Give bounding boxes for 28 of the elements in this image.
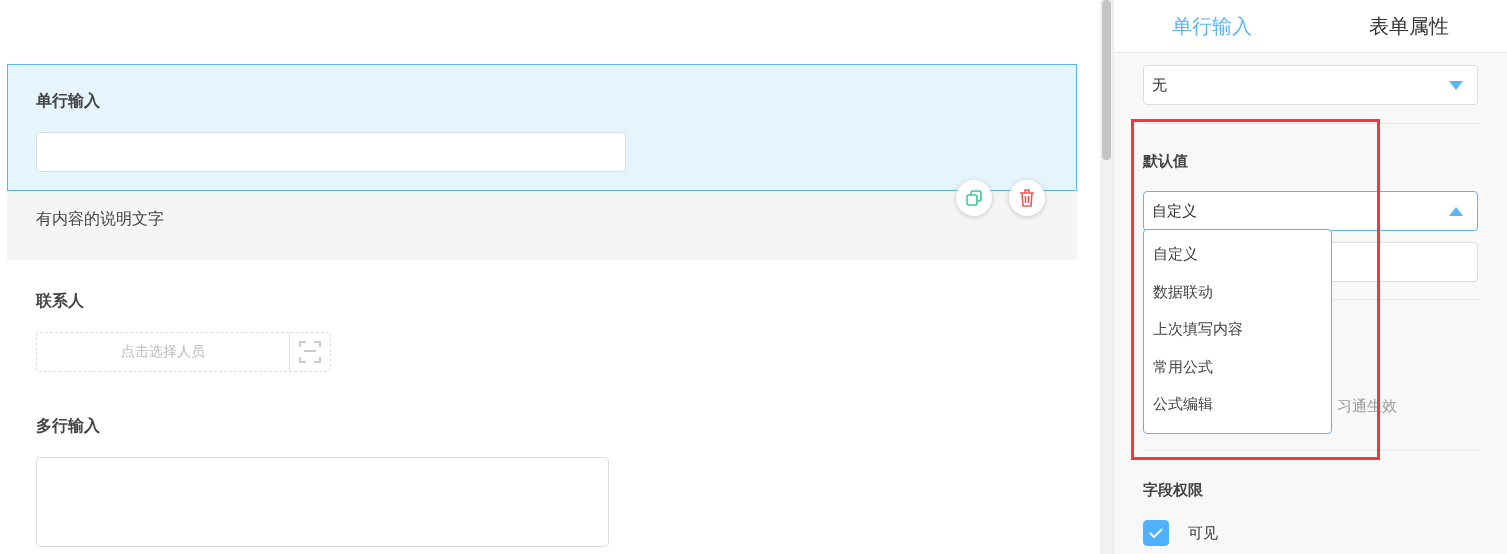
- trash-icon: [1019, 189, 1035, 207]
- textarea-field[interactable]: [36, 457, 609, 547]
- menu-item[interactable]: 上次填写内容: [1144, 311, 1331, 349]
- check-icon: [1149, 528, 1163, 538]
- checkbox[interactable]: [1143, 520, 1169, 546]
- section-label: 字段权限: [1143, 481, 1204, 500]
- select-field[interactable]: 无: [1143, 65, 1478, 105]
- menu-item[interactable]: 公式编辑: [1144, 386, 1331, 424]
- field-card[interactable]: 联系人 点击选择人员: [7, 260, 1077, 391]
- field-card[interactable]: 单行输入: [7, 64, 1077, 191]
- field-card[interactable]: 多行输入: [7, 391, 1077, 554]
- field-description: 有内容的说明文字: [36, 209, 164, 228]
- section-label: 默认值: [1143, 152, 1189, 171]
- field-label: 单行输入: [36, 91, 101, 112]
- input-field[interactable]: [36, 132, 626, 172]
- field-label: 联系人: [36, 291, 85, 312]
- caret-icon: [1449, 80, 1463, 90]
- menu-item[interactable]: 自定义: [1144, 236, 1331, 274]
- select-field[interactable]: 自定义: [1143, 191, 1478, 231]
- field-label: 多行输入: [36, 416, 101, 437]
- menu-item[interactable]: 数据联动: [1144, 273, 1331, 311]
- caret-icon: [1449, 206, 1463, 216]
- scan-icon: [299, 341, 321, 363]
- copy-icon: [966, 190, 982, 206]
- scrollbar-thumb[interactable]: [1102, 0, 1111, 160]
- panel-tab[interactable]: 表单属性: [1310, 0, 1507, 52]
- checkbox-label: 可见: [1188, 523, 1218, 543]
- menu-item[interactable]: 常用公式: [1144, 348, 1331, 386]
